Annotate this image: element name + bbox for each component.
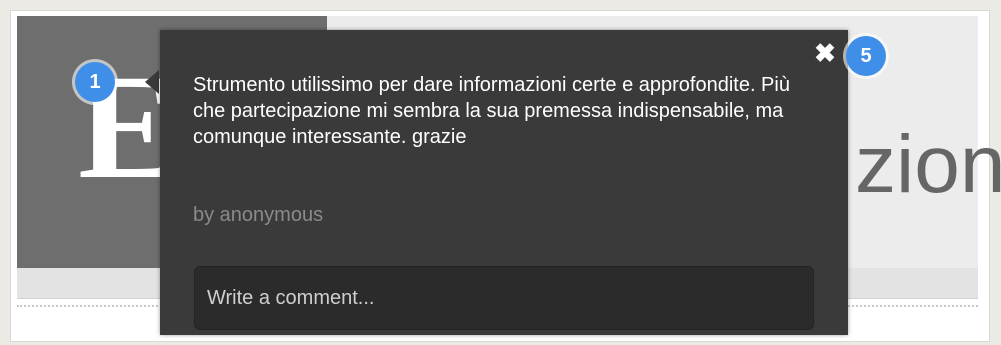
close-icon[interactable]: ✖ (812, 40, 838, 66)
comment-input[interactable] (194, 266, 814, 330)
page-title-fragment: zion (855, 119, 1001, 210)
comment-marker-5[interactable]: 5 (846, 36, 886, 76)
popup-pointer (145, 70, 159, 94)
comment-text: Strumento utilissimo per dare informazio… (193, 74, 790, 148)
comment-author: by anonymous (193, 204, 324, 226)
comment-marker-1[interactable]: 1 (75, 62, 115, 102)
